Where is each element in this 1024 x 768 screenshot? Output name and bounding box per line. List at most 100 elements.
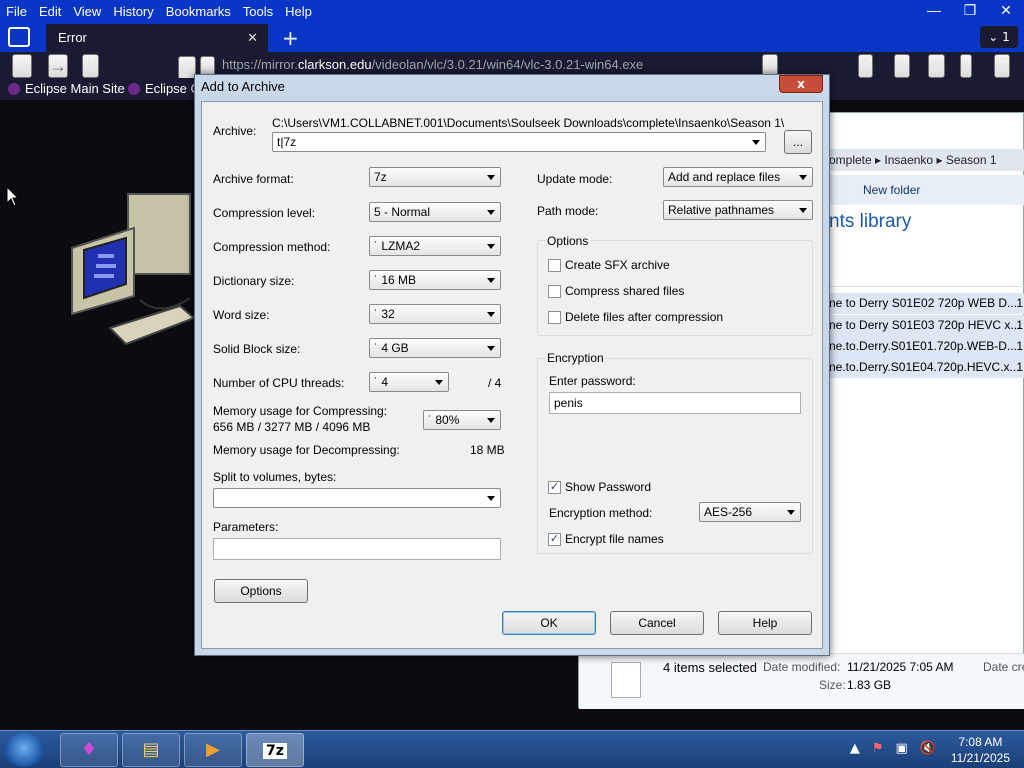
menu-file[interactable]: File	[0, 4, 33, 19]
show-password-checkbox[interactable]: ✓ Show Password	[548, 480, 651, 494]
compression-method-select[interactable]: ˙ LZMA2	[369, 236, 501, 256]
explorer-toolbar: New folder	[829, 175, 1024, 205]
tab-close-icon[interactable]: ✕	[247, 24, 258, 52]
ok-button[interactable]: OK	[502, 611, 596, 635]
tab-list-button[interactable]: ⌄ 1	[980, 26, 1018, 48]
menu-history[interactable]: History	[107, 4, 159, 19]
7zip-icon: 7z	[263, 743, 287, 759]
file-col: 1	[1016, 339, 1023, 353]
reload-icon[interactable]: ↻	[82, 54, 100, 78]
delete-after-checkbox[interactable]: Delete files after compression	[548, 310, 723, 324]
menu-bookmarks[interactable]: Bookmarks	[160, 4, 237, 19]
addon-icon[interactable]: ●	[960, 54, 972, 78]
back-icon[interactable]: ←	[12, 54, 32, 78]
cancel-button[interactable]: Cancel	[610, 611, 704, 635]
taskbar-explorer[interactable]: ▤	[122, 733, 180, 767]
mem-decompress-label: Memory usage for Decompressing:	[213, 443, 400, 457]
menu-edit[interactable]: Edit	[33, 4, 67, 19]
details-pane: 4 items selected Date modified: 11/21/20…	[579, 653, 1024, 709]
download-icon[interactable]: ↧	[858, 54, 874, 78]
chevron-down-icon	[487, 210, 495, 215]
chevron-down-icon	[487, 346, 495, 351]
menu-tools[interactable]: Tools	[237, 4, 279, 19]
password-input[interactable]: penis	[549, 392, 801, 414]
taskbar-media-player[interactable]: ▶	[184, 733, 242, 767]
path-mode-select[interactable]: Relative pathnames	[663, 200, 813, 220]
clock[interactable]: 7:08 AM 11/21/2025	[951, 734, 1010, 766]
file-name: ne to Derry S01E02 720p WEB D...	[829, 296, 1018, 310]
split-volumes-label: Split to volumes, bytes:	[213, 470, 337, 484]
eclipse-icon	[128, 82, 140, 95]
forward-icon[interactable]: →	[48, 54, 68, 78]
breadcrumb[interactable]: omplete ▸ Insaenko ▸ Season 1	[829, 149, 1024, 171]
options-button[interactable]: Options	[214, 579, 308, 603]
browse-button[interactable]: ...	[784, 130, 812, 154]
archive-name-combo[interactable]: t|7z	[272, 132, 766, 152]
menu-help[interactable]: Help	[279, 4, 318, 19]
chevron-down-icon	[487, 278, 495, 283]
dialog-close-button[interactable]: x	[779, 75, 823, 93]
create-sfx-checkbox[interactable]: Create SFX archive	[548, 258, 670, 272]
bookmark-eclipse-main[interactable]: Eclipse Main Site	[8, 81, 125, 96]
word-size-select[interactable]: ˙ 32	[369, 304, 501, 324]
cpu-threads-select[interactable]: ˙ 4	[369, 372, 449, 392]
bookmark-eclipse-c[interactable]: Eclipse C	[128, 81, 200, 96]
encryption-method-select[interactable]: AES-256	[699, 502, 801, 522]
network-icon[interactable]: ▣	[896, 741, 908, 756]
select-value: LZMA2	[381, 239, 421, 253]
date-created-label: Date cre	[983, 660, 1024, 674]
solid-block-select[interactable]: ˙ 4 GB	[369, 338, 501, 358]
update-mode-select[interactable]: Add and replace files	[663, 167, 813, 187]
split-volumes-combo[interactable]	[213, 488, 501, 508]
list-item[interactable]: ne to Derry S01E02 720p WEB D... 1	[829, 293, 1024, 314]
encrypt-names-checkbox[interactable]: ✓ Encrypt file names	[548, 532, 664, 546]
menu-view[interactable]: View	[67, 4, 107, 19]
extensions-icon[interactable]: ▦	[928, 54, 946, 78]
select-value: 5 - Normal	[374, 205, 431, 219]
date-modified-value: 11/21/2025 7:05 AM	[847, 660, 954, 674]
selection-count: 4 items selected	[663, 660, 757, 675]
start-button[interactable]	[4, 733, 44, 767]
column-header[interactable]	[829, 263, 1024, 287]
action-center-icon[interactable]: ⚑	[872, 741, 884, 756]
window-controls: — ❐ ✕	[916, 0, 1024, 22]
new-tab-icon[interactable]: +	[282, 26, 299, 50]
restore-icon[interactable]: ❐	[952, 0, 988, 22]
volume-muted-icon[interactable]: 🔇	[920, 741, 936, 756]
dictionary-size-label: Dictionary size:	[213, 274, 295, 288]
breadcrumb-part[interactable]: Season 1	[946, 153, 997, 167]
options-group-title: Options	[545, 234, 591, 248]
encryption-group-title: Encryption	[545, 351, 606, 365]
minimize-icon[interactable]: —	[916, 0, 952, 22]
compression-level-select[interactable]: 5 - Normal	[369, 202, 501, 222]
select-value: 4 GB	[381, 341, 409, 355]
mem-compress-detail: 656 MB / 3277 MB / 4096 MB	[213, 420, 371, 434]
chevron-down-icon[interactable]	[752, 140, 760, 145]
compress-shared-checkbox[interactable]: Compress shared files	[548, 284, 684, 298]
close-icon[interactable]: ✕	[988, 0, 1024, 22]
hamburger-menu-icon[interactable]: ☰	[994, 54, 1011, 78]
account-icon[interactable]: ◉	[894, 54, 910, 78]
list-item[interactable]: ne.to.Derry.S01E04.720p.HEVC.x... 1	[829, 357, 1024, 378]
dictionary-size-select[interactable]: ˙ 16 MB	[369, 270, 501, 290]
size-label: Size:	[819, 678, 846, 692]
help-button[interactable]: Help	[718, 611, 812, 635]
chevron-down-icon	[487, 244, 495, 249]
list-item[interactable]: ne to Derry S01E03 720p HEVC x... 1	[829, 315, 1024, 336]
mem-compress-select[interactable]: ˙ 80%	[423, 410, 501, 430]
taskbar-7zip[interactable]: 7z	[246, 733, 304, 767]
list-item[interactable]: ne.to.Derry.S01E01.720p.WEB-D... 1	[829, 336, 1024, 357]
breadcrumb-part[interactable]: omplete	[829, 153, 872, 167]
new-folder-button[interactable]: New folder	[863, 183, 920, 197]
parameters-input[interactable]	[213, 538, 501, 560]
archive-format-select[interactable]: 7z	[369, 167, 501, 187]
url-bar[interactable]: https://mirror.clarkson.edu/videolan/vlc…	[174, 54, 774, 76]
archive-path: C:\Users\VM1.COLLABNET.001\Documents\Sou…	[272, 116, 785, 130]
archive-format-label: Archive format:	[213, 172, 294, 186]
taskbar-browser[interactable]: ♦	[60, 733, 118, 767]
tab-error[interactable]: Error ✕	[46, 24, 268, 52]
tab-overview-icon[interactable]	[8, 27, 30, 47]
tab-count: 1	[1002, 30, 1010, 44]
show-hidden-icons-icon[interactable]: ▲	[850, 741, 860, 756]
breadcrumb-part[interactable]: Insaenko	[884, 153, 933, 167]
